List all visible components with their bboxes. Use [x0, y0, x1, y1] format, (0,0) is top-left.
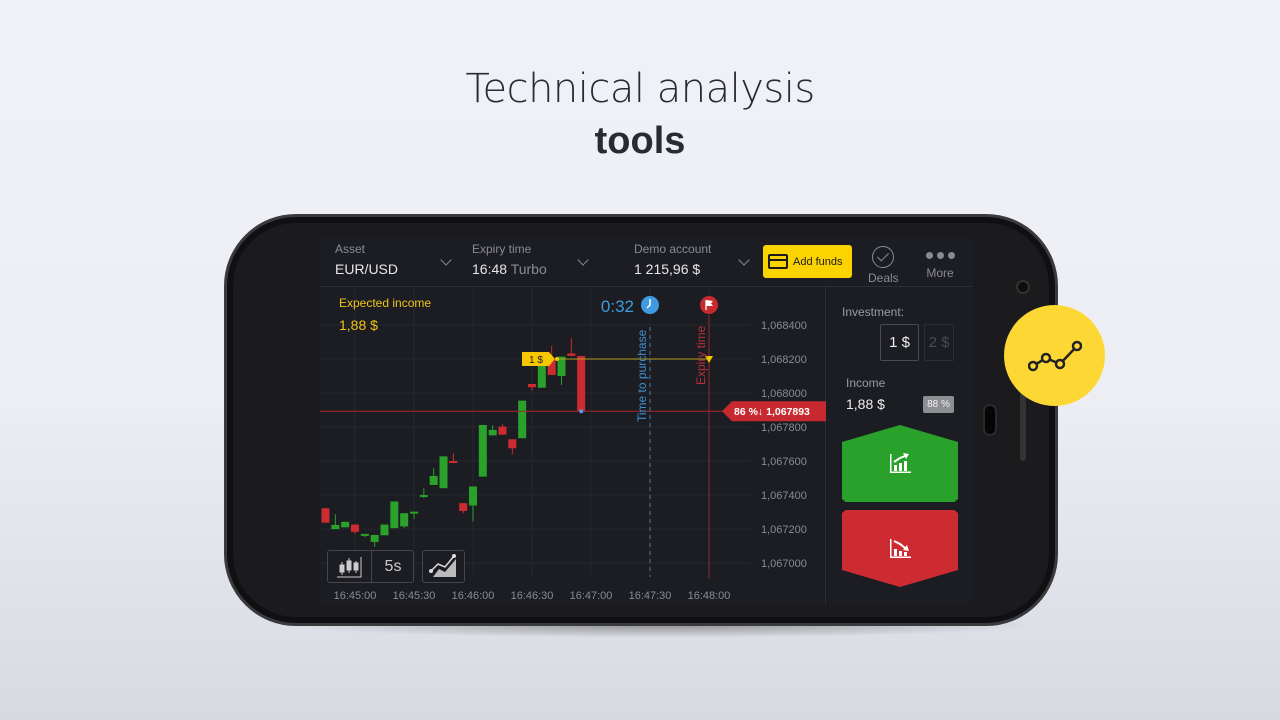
candle [439, 456, 448, 489]
x-tick-label: 16:48:00 [688, 590, 731, 602]
x-tick-label: 16:47:00 [570, 590, 613, 602]
candle [518, 400, 527, 439]
x-tick-label: 16:46:00 [452, 590, 495, 602]
candle [429, 475, 438, 485]
expected-income-label: Expected income [339, 296, 432, 310]
chevron-down-icon[interactable] [440, 254, 452, 266]
x-tick-label: 16:46:30 [511, 590, 554, 602]
expiry-value: 16:48 [472, 261, 508, 277]
candle [370, 534, 379, 542]
y-tick-label: 1,068000 [761, 388, 807, 400]
candle [331, 524, 340, 530]
candle [449, 461, 458, 463]
candle [488, 429, 497, 436]
chevron-down-icon[interactable] [577, 254, 589, 266]
x-tick-label: 16:45:30 [393, 590, 436, 602]
deal-point [555, 357, 559, 361]
expected-income-value: 1,88 $ [339, 317, 378, 333]
candle [478, 424, 487, 477]
deal-label: 1 $ [529, 355, 543, 366]
x-tick-label: 16:45:00 [334, 590, 377, 602]
more-label: More [926, 266, 954, 280]
candle [341, 521, 350, 528]
app-screen: Asset EUR/USD Expiry time 16:48 Turbo De… [320, 236, 973, 605]
current-price-dot [579, 409, 584, 414]
feature-badge [1004, 305, 1105, 406]
timeframe-value[interactable]: 5s [372, 551, 414, 582]
deals-button[interactable]: Deals [868, 246, 899, 285]
candle [577, 355, 586, 412]
expiry-mode: Turbo [510, 261, 547, 277]
line-chart-icon [1027, 340, 1082, 371]
add-funds-label: Add funds [793, 255, 843, 268]
asset-label: Asset [335, 242, 366, 256]
candle [528, 383, 536, 388]
y-tick-label: 1,068400 [761, 320, 807, 332]
add-funds-button[interactable]: Add funds [763, 245, 852, 278]
income-label: Income [846, 376, 886, 390]
buy-down-button[interactable] [842, 510, 958, 587]
investment-option[interactable]: 2 $ [924, 324, 954, 361]
expiry-selector[interactable]: Expiry time 16:48 Turbo [472, 242, 547, 277]
income-value: 1,88 $ [846, 396, 885, 412]
asset-selector[interactable]: Asset EUR/USD [335, 242, 398, 277]
y-tick-label: 1,068200 [761, 354, 807, 366]
candle [459, 503, 468, 511]
camera-icon [1016, 280, 1030, 294]
y-tick-label: 1,067800 [761, 422, 807, 434]
trade-panel: Investment: 1 $ 2 $ Income 1,88 $ 88 % [827, 287, 973, 605]
candlestick-icon [337, 557, 362, 578]
more-button[interactable]: More [920, 246, 960, 280]
candle [419, 495, 428, 497]
y-tick-label: 1,067200 [761, 524, 807, 536]
expiry-time-label: Expiry time [694, 325, 708, 385]
credit-card-icon [768, 254, 788, 269]
candle [380, 524, 389, 536]
countdown-timer: 0:32 [601, 297, 634, 316]
investment-label: Investment: [842, 305, 905, 319]
account-label: Demo account [634, 242, 712, 256]
y-tick-label: 1,067600 [761, 456, 807, 468]
headline-line1: Technical analysis [465, 66, 815, 112]
account-balance: 1 215,96 $ [634, 261, 701, 277]
top-bar: Asset EUR/USD Expiry time 16:48 Turbo De… [320, 236, 973, 287]
chart-type-button[interactable]: 5s [327, 550, 414, 583]
payout-badge: 88 % [923, 396, 954, 413]
candle [508, 439, 517, 449]
chevron-down-icon[interactable] [738, 254, 750, 266]
current-price-label: 86 %↓ 1,067893 [734, 406, 810, 418]
buy-up-button[interactable] [842, 425, 958, 502]
candle [390, 501, 399, 529]
more-dots-icon [920, 252, 960, 259]
candle [400, 513, 409, 527]
x-tick-label: 16:47:30 [629, 590, 672, 602]
expiry-label: Expiry time [472, 242, 532, 256]
y-tick-label: 1,067000 [761, 558, 807, 570]
speaker-icon [983, 404, 997, 436]
indicators-button[interactable] [422, 550, 465, 583]
chart-up-icon [890, 452, 911, 473]
headline-line2: tools [594, 120, 686, 162]
drawing-tools-icon [429, 554, 456, 577]
asset-value: EUR/USD [335, 261, 399, 277]
candle [351, 524, 359, 532]
price-chart[interactable]: 1,068400 1,068200 1,068000 1,067800 1,067600… [320, 287, 826, 605]
deals-label: Deals [868, 271, 899, 285]
y-tick-label: 1,067400 [761, 490, 807, 502]
chart-down-icon [890, 538, 911, 558]
check-circle-icon [872, 246, 894, 268]
candle [567, 353, 576, 356]
candle [360, 533, 369, 536]
candle [321, 508, 330, 523]
candle [469, 486, 477, 506]
account-selector[interactable]: Demo account 1 215,96 $ [634, 242, 711, 277]
time-to-purchase-label: Time to purchase [635, 329, 649, 422]
candle [410, 511, 418, 514]
candle [498, 426, 507, 435]
investment-input[interactable]: 1 $ [880, 324, 919, 361]
